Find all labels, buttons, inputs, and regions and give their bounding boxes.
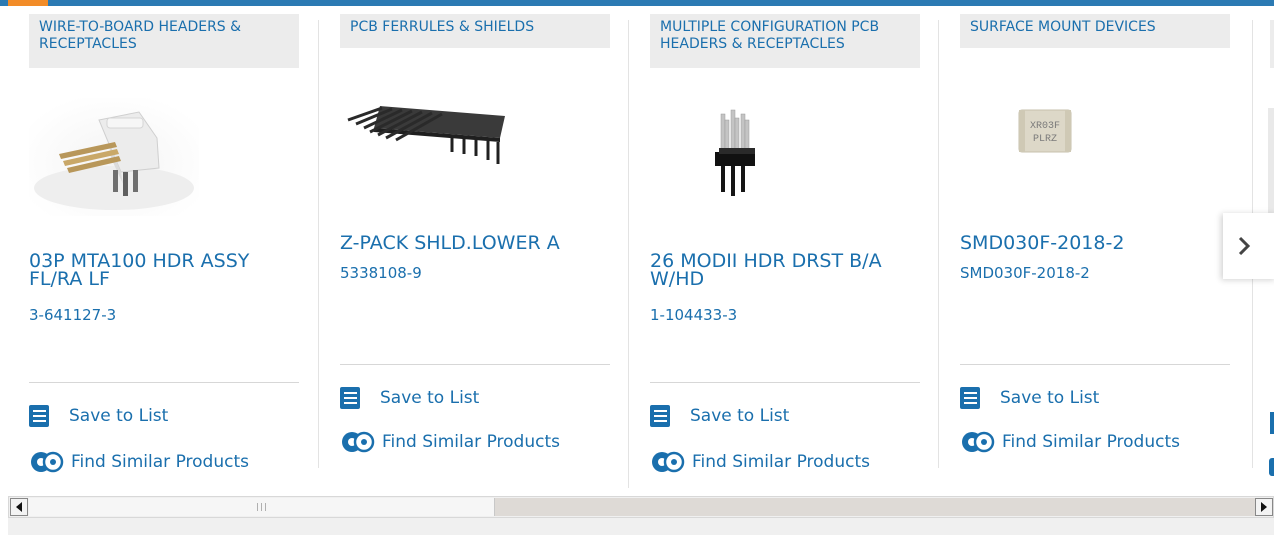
find-similar-button[interactable]: Find Similar Products bbox=[29, 450, 249, 474]
scroll-left-arrow-icon bbox=[16, 502, 22, 512]
find-similar-button[interactable]: Find Similar Products bbox=[960, 430, 1180, 454]
chip-marking-line-2: PLRZ bbox=[1033, 134, 1057, 145]
save-list-icon bbox=[29, 405, 49, 427]
product-image-pcb-header[interactable] bbox=[699, 106, 771, 202]
find-similar-gear-icon bbox=[962, 431, 995, 453]
save-to-list-label: Save to List bbox=[69, 406, 169, 426]
window-bottom-band bbox=[8, 518, 1274, 535]
part-number-link[interactable]: 1-104433-3 bbox=[650, 306, 737, 324]
find-similar-button[interactable]: Find Similar Products bbox=[650, 450, 870, 474]
find-similar-label: Find Similar Products bbox=[71, 452, 249, 472]
save-to-list-button[interactable]: Save to List bbox=[340, 386, 479, 410]
product-card: MULTIPLE CONFIGURATION PCB HEADERS & REC… bbox=[621, 6, 920, 490]
save-to-list-label: Save to List bbox=[380, 388, 480, 408]
scrollbar-grip bbox=[257, 503, 266, 511]
part-number-link[interactable]: 3-641127-3 bbox=[29, 306, 116, 324]
find-similar-label: Find Similar Products bbox=[692, 452, 870, 472]
save-to-list-label: Save to List bbox=[1000, 388, 1100, 408]
scroll-right-arrow-icon bbox=[1261, 502, 1267, 512]
find-similar-label: Find Similar Products bbox=[382, 432, 560, 452]
product-name-link[interactable]: SMD030F-2018-2 bbox=[960, 234, 1230, 253]
product-name-link[interactable]: Z-PACK SHLD.LOWER A bbox=[340, 234, 610, 253]
card-separator bbox=[650, 382, 920, 383]
product-carousel: WIRE-TO-BOARD HEADERS & RECEPTACLES 03P … bbox=[0, 6, 1274, 490]
card-separator bbox=[340, 364, 610, 365]
card-separator bbox=[960, 364, 1230, 365]
card-separator bbox=[29, 382, 299, 383]
save-list-icon bbox=[960, 387, 980, 409]
product-card: PCB FERRULES & SHIELDS Z-PACK SHLD.LOWER… bbox=[311, 6, 610, 490]
scrollbar-thumb[interactable] bbox=[29, 498, 495, 516]
part-number-link[interactable]: SMD030F-2018-2 bbox=[960, 264, 1090, 282]
find-similar-label: Find Similar Products bbox=[1002, 432, 1180, 452]
save-to-list-button[interactable]: Save to List bbox=[960, 386, 1099, 410]
find-similar-button[interactable]: Find Similar Products bbox=[340, 430, 560, 454]
save-to-list-label: Save to List bbox=[690, 406, 790, 426]
save-to-list-button[interactable]: Save to List bbox=[29, 404, 168, 428]
category-tag[interactable]: SURFACE MOUNT DEVICES bbox=[960, 14, 1230, 48]
product-card: SURFACE MOUNT DEVICES XR03F PLRZ SMD030F… bbox=[931, 6, 1230, 490]
horizontal-scrollbar[interactable] bbox=[8, 496, 1274, 518]
find-similar-gear-icon bbox=[342, 431, 375, 453]
product-card: WIRE-TO-BOARD HEADERS & RECEPTACLES 03P … bbox=[0, 6, 299, 490]
save-list-icon bbox=[650, 405, 670, 427]
find-similar-gear-icon bbox=[31, 451, 64, 473]
product-name-link[interactable]: 03P MTA100 HDR ASSY FL/RA LF bbox=[29, 252, 299, 289]
category-tag[interactable]: MULTIPLE CONFIGURATION PCB HEADERS & REC… bbox=[650, 14, 920, 68]
scroll-left-button[interactable] bbox=[10, 498, 28, 516]
scroll-right-button[interactable] bbox=[1255, 498, 1273, 516]
category-tag[interactable]: WIRE-TO-BOARD HEADERS & RECEPTACLES bbox=[29, 14, 299, 68]
chip-marking-line-1: XR03F bbox=[1030, 121, 1060, 132]
save-list-icon bbox=[340, 387, 360, 409]
carousel-next-button[interactable] bbox=[1223, 213, 1274, 279]
scrollbar-track[interactable] bbox=[29, 498, 1255, 516]
category-tag[interactable]: PCB FERRULES & SHIELDS bbox=[340, 14, 610, 48]
product-image-pcb-shield[interactable] bbox=[340, 94, 510, 166]
chevron-right-icon bbox=[1238, 236, 1251, 256]
part-number-link[interactable]: 5338108-9 bbox=[340, 264, 422, 282]
save-to-list-button[interactable]: Save to List bbox=[650, 404, 789, 428]
find-similar-gear-icon bbox=[652, 451, 685, 473]
product-image-wire-to-board-header[interactable] bbox=[29, 98, 199, 216]
product-image-smd-chip[interactable]: XR03F PLRZ bbox=[1013, 106, 1081, 158]
product-name-link[interactable]: 26 MODII HDR DRST B/A W/HD bbox=[650, 252, 920, 289]
